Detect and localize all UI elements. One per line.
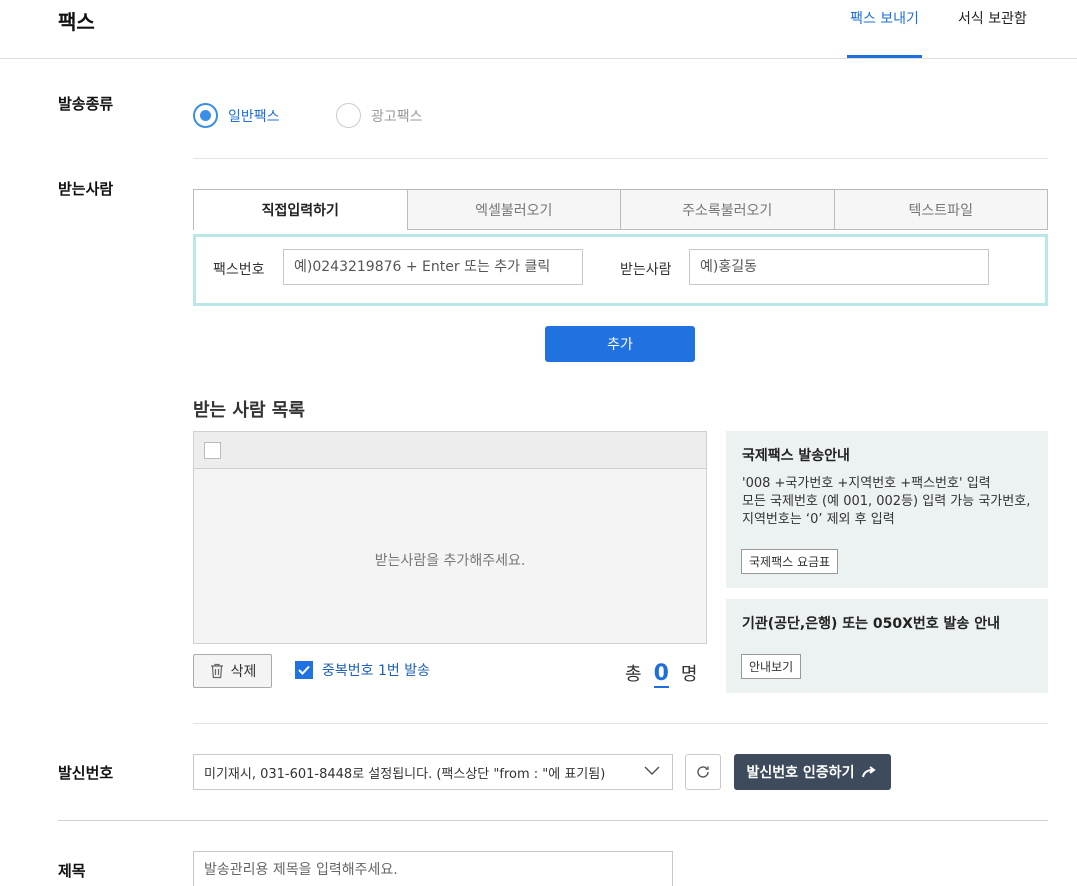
intl-fax-rate-button[interactable]: 국제팩스 요금표 bbox=[741, 549, 839, 574]
radio-ad-fax[interactable]: 광고팩스 bbox=[336, 103, 423, 128]
chevron-down-icon bbox=[644, 766, 660, 776]
tab-excel-import[interactable]: 엑셀불러오기 bbox=[407, 189, 621, 230]
list-header bbox=[194, 432, 706, 469]
radio-normal-fax[interactable]: 일반팩스 bbox=[193, 103, 280, 128]
intl-fax-info: 국제팩스 발송안내 '008 +국가번호 +지역번호 +팩스번호' 입력 모든 … bbox=[726, 431, 1048, 588]
total-suffix: 명 bbox=[680, 664, 698, 685]
tab-direct-input[interactable]: 직접입력하기 bbox=[193, 189, 408, 230]
header: 팩스 팩스 보내기 서식 보관함 bbox=[0, 0, 1077, 59]
trash-icon bbox=[210, 663, 223, 679]
sender-number-select[interactable]: 미기재시, 031-601-8448로 설정됩니다. (팩스상단 "from :… bbox=[193, 754, 673, 790]
subject-input[interactable] bbox=[193, 851, 673, 886]
recipient-name-label: 받는사람 bbox=[620, 262, 672, 278]
tab-form-archive[interactable]: 서식 보관함 bbox=[958, 8, 1027, 58]
fax-number-label: 팩스번호 bbox=[213, 262, 265, 278]
intl-fax-line2: 모든 국제번호 (예 001, 002등) 입력 가능 국가번호, 지역번호는 … bbox=[742, 494, 1031, 527]
divider bbox=[193, 723, 1048, 724]
radio-label: 일반팩스 bbox=[228, 108, 280, 125]
recipient-label: 받는사람 bbox=[58, 180, 114, 198]
empty-list-message: 받는사람을 추가해주세요. bbox=[374, 553, 526, 569]
fax-number-input[interactable] bbox=[283, 249, 583, 285]
delete-button[interactable]: 삭제 bbox=[193, 654, 272, 688]
recipient-list-title: 받는 사람 목록 bbox=[193, 400, 305, 421]
tab-text-file[interactable]: 텍스트파일 bbox=[834, 189, 1048, 230]
tab-send-fax[interactable]: 팩스 보내기 bbox=[847, 8, 922, 58]
forward-arrow-icon bbox=[862, 766, 877, 778]
recipient-input-tabs: 직접입력하기 엑셀불러오기 주소록불러오기 텍스트파일 bbox=[193, 189, 1048, 230]
total-prefix: 총 bbox=[625, 664, 642, 685]
select-all-checkbox[interactable] bbox=[204, 442, 221, 459]
delete-button-label: 삭제 bbox=[230, 664, 257, 680]
check-icon bbox=[298, 665, 310, 675]
divider bbox=[193, 158, 1048, 159]
intl-fax-title: 국제팩스 발송안내 bbox=[742, 448, 850, 464]
verify-sender-label: 발신번호 인증하기 bbox=[746, 765, 855, 781]
duplicate-label: 중복번호 1번 발송 bbox=[322, 663, 430, 679]
send-type-label: 발송종류 bbox=[58, 95, 114, 113]
divider bbox=[58, 820, 1048, 821]
total-count-value: 0 bbox=[653, 661, 669, 688]
duplicate-checkbox[interactable] bbox=[295, 661, 313, 679]
org-fax-guide-button[interactable]: 안내보기 bbox=[741, 654, 802, 679]
total-count: 총 0 명 bbox=[625, 660, 697, 688]
verify-sender-button[interactable]: 발신번호 인증하기 bbox=[734, 754, 891, 790]
intl-fax-line1: '008 +국가번호 +지역번호 +팩스번호' 입력 bbox=[742, 476, 991, 491]
page-title: 팩스 bbox=[58, 10, 95, 34]
org-fax-info: 기관(공단,은행) 또는 050X번호 발송 안내 안내보기 bbox=[726, 599, 1048, 693]
org-fax-title: 기관(공단,은행) 또는 050X번호 발송 안내 bbox=[742, 616, 1000, 632]
direct-input-panel: 팩스번호 받는사람 bbox=[193, 234, 1048, 306]
recipient-name-input[interactable] bbox=[689, 249, 989, 285]
recipient-list: 받는사람을 추가해주세요. bbox=[193, 431, 707, 644]
radio-label: 광고팩스 bbox=[371, 108, 423, 125]
sender-number-label: 발신번호 bbox=[58, 764, 114, 782]
radio-circle[interactable] bbox=[193, 103, 218, 128]
refresh-button[interactable] bbox=[685, 754, 721, 790]
subject-label: 제목 bbox=[58, 862, 86, 880]
add-recipient-button[interactable]: 추가 bbox=[545, 326, 695, 362]
refresh-icon bbox=[697, 766, 709, 778]
radio-circle[interactable] bbox=[336, 103, 361, 128]
sender-number-value: 미기재시, 031-601-8448로 설정됩니다. (팩스상단 "from :… bbox=[204, 766, 606, 782]
tab-addressbook-import[interactable]: 주소록불러오기 bbox=[621, 189, 835, 230]
duplicate-send-option[interactable]: 중복번호 1번 발송 bbox=[295, 660, 430, 680]
